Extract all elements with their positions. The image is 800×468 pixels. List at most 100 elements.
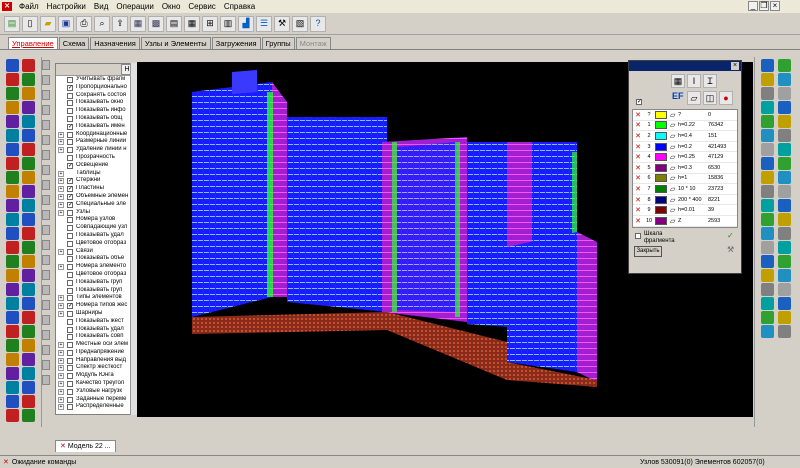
support-icon[interactable] bbox=[6, 185, 19, 198]
stiffness-row[interactable]: ✕ 10 ▱ Z 2593 bbox=[633, 215, 737, 227]
rotate-view-icon[interactable] bbox=[761, 297, 774, 310]
expand-icon[interactable]: + bbox=[58, 310, 64, 317]
zoom-icon[interactable] bbox=[778, 101, 791, 114]
tree-item[interactable]: + ✓ Объемные элемен bbox=[56, 193, 136, 201]
tree-item[interactable]: Сохранять состоя bbox=[56, 92, 136, 100]
shade-icon[interactable] bbox=[761, 227, 774, 240]
tree-item[interactable]: ✓ Освещение bbox=[56, 162, 136, 170]
front-view-icon[interactable] bbox=[761, 115, 774, 128]
tree-item[interactable]: Показывать общ bbox=[56, 115, 136, 123]
table-icon[interactable]: ▤ bbox=[166, 15, 182, 32]
front-view-icon[interactable] bbox=[778, 115, 791, 128]
row-toggle-icon[interactable]: ✕ bbox=[633, 164, 643, 172]
panel-tool-icon[interactable] bbox=[42, 285, 50, 295]
tile-windows-icon[interactable]: ▦ bbox=[130, 15, 146, 32]
panel-tool-icon[interactable] bbox=[42, 240, 50, 250]
pan-icon[interactable] bbox=[761, 171, 774, 184]
panel-tool-icon[interactable] bbox=[42, 225, 50, 235]
export-icon[interactable]: ⇪ bbox=[112, 15, 128, 32]
color-swatch[interactable] bbox=[655, 163, 667, 172]
panel-tool-icon[interactable] bbox=[42, 135, 50, 145]
tree-checkbox[interactable] bbox=[67, 92, 73, 99]
export-icon[interactable] bbox=[778, 255, 791, 268]
cube-view-icon[interactable] bbox=[778, 59, 791, 72]
row-toggle-icon[interactable]: ✕ bbox=[633, 174, 643, 182]
panel-tool-icon[interactable] bbox=[42, 90, 50, 100]
load-icon[interactable] bbox=[6, 199, 19, 212]
panel-tool-icon[interactable] bbox=[42, 75, 50, 85]
color-swatch[interactable] bbox=[655, 174, 667, 183]
tree-item[interactable]: + Номера элементо bbox=[56, 263, 136, 271]
expand-icon[interactable]: + bbox=[58, 404, 64, 411]
fit-icon[interactable] bbox=[778, 87, 791, 100]
tree-checkbox[interactable] bbox=[67, 77, 73, 83]
tree-item[interactable]: Совпадающие узл bbox=[56, 224, 136, 232]
panel-tool-icon[interactable] bbox=[42, 300, 50, 310]
axis-icon[interactable] bbox=[22, 297, 35, 310]
panel-tool-icon[interactable] bbox=[42, 345, 50, 355]
draw-icon[interactable] bbox=[22, 59, 35, 72]
tree-checkbox[interactable]: ✓ bbox=[67, 193, 73, 200]
dialog-close-button[interactable]: Закрыть bbox=[634, 245, 662, 257]
solid-icon[interactable] bbox=[22, 381, 35, 394]
tree-item[interactable]: + Качество треугол bbox=[56, 380, 136, 388]
tree-item[interactable]: Прозрачность bbox=[56, 154, 136, 162]
tab-loads[interactable]: Загружения bbox=[211, 37, 261, 49]
panel-tool-icon[interactable] bbox=[42, 150, 50, 160]
panel-tool-icon[interactable] bbox=[42, 360, 50, 370]
node-icon[interactable] bbox=[22, 87, 35, 100]
view-icon[interactable] bbox=[6, 311, 19, 324]
panel-tool-icon[interactable] bbox=[42, 120, 50, 130]
tab-scheme[interactable]: Схема bbox=[58, 37, 90, 49]
join-icon[interactable] bbox=[22, 157, 35, 170]
plates-icon[interactable]: ▱ bbox=[687, 91, 701, 105]
fit-icon[interactable] bbox=[761, 87, 774, 100]
new-doc-icon[interactable]: ▯ bbox=[22, 15, 38, 32]
fit-icon[interactable] bbox=[778, 311, 791, 324]
fragment-icon[interactable] bbox=[6, 409, 19, 422]
dx-icon[interactable] bbox=[761, 269, 774, 282]
tree-item[interactable]: ✓ Пропорционально bbox=[56, 84, 136, 92]
color-swatch[interactable] bbox=[655, 195, 667, 204]
expand-icon[interactable]: + bbox=[58, 147, 64, 154]
copy-icon[interactable] bbox=[6, 129, 19, 142]
expand-icon[interactable]: + bbox=[58, 349, 64, 356]
expand-icon[interactable]: + bbox=[58, 295, 64, 302]
expand-icon[interactable]: + bbox=[58, 264, 64, 271]
close-icon[interactable]: × bbox=[770, 1, 780, 11]
zoom-icon[interactable] bbox=[761, 101, 774, 114]
tree-item[interactable]: + ✓ Стержни bbox=[56, 177, 136, 185]
tree-checkbox[interactable] bbox=[67, 232, 73, 239]
group-icon[interactable] bbox=[22, 395, 35, 408]
fragment-icon[interactable] bbox=[22, 409, 35, 422]
check-icon[interactable] bbox=[22, 269, 35, 282]
color-swatch[interactable] bbox=[655, 153, 667, 162]
top-view-icon[interactable] bbox=[761, 143, 774, 156]
tree-checkbox[interactable] bbox=[67, 264, 73, 271]
tree-item[interactable]: + ✓ Пластины bbox=[56, 185, 136, 193]
rotate-view-icon[interactable] bbox=[761, 73, 774, 86]
color-swatch[interactable] bbox=[655, 131, 667, 140]
print-preview-icon[interactable]: ⌕ bbox=[94, 15, 110, 32]
stiffness-row[interactable]: ✕ 4 ▱ h=0.25 47129 bbox=[633, 152, 737, 163]
expand-icon[interactable]: + bbox=[58, 381, 64, 388]
row-toggle-icon[interactable]: ✕ bbox=[633, 132, 643, 140]
tree-item[interactable]: Показывать груп bbox=[56, 279, 136, 287]
stiffness-row[interactable]: ✕ 9 ▱ h=0.01 39 bbox=[633, 205, 737, 216]
row-toggle-icon[interactable]: ✕ bbox=[633, 206, 643, 214]
panel-tool-icon[interactable] bbox=[42, 210, 50, 220]
panel-tool-icon[interactable] bbox=[42, 105, 50, 115]
calc-icon[interactable]: ⊞ bbox=[202, 15, 218, 32]
tree-checkbox[interactable] bbox=[67, 209, 73, 216]
tree-item[interactable]: ✓ Показывать имен bbox=[56, 123, 136, 131]
hinge-icon[interactable] bbox=[22, 171, 35, 184]
check-icon[interactable] bbox=[6, 269, 19, 282]
element-icon[interactable] bbox=[22, 101, 35, 114]
row-toggle-icon[interactable]: ✕ bbox=[633, 121, 643, 129]
color-icon[interactable] bbox=[761, 241, 774, 254]
tree-checkbox[interactable]: ✓ bbox=[67, 178, 73, 185]
tree-item[interactable]: + Типы элементов bbox=[56, 294, 136, 302]
search-icon[interactable] bbox=[778, 185, 791, 198]
expand-icon[interactable]: + bbox=[58, 209, 64, 216]
side-view-icon[interactable] bbox=[761, 129, 774, 142]
